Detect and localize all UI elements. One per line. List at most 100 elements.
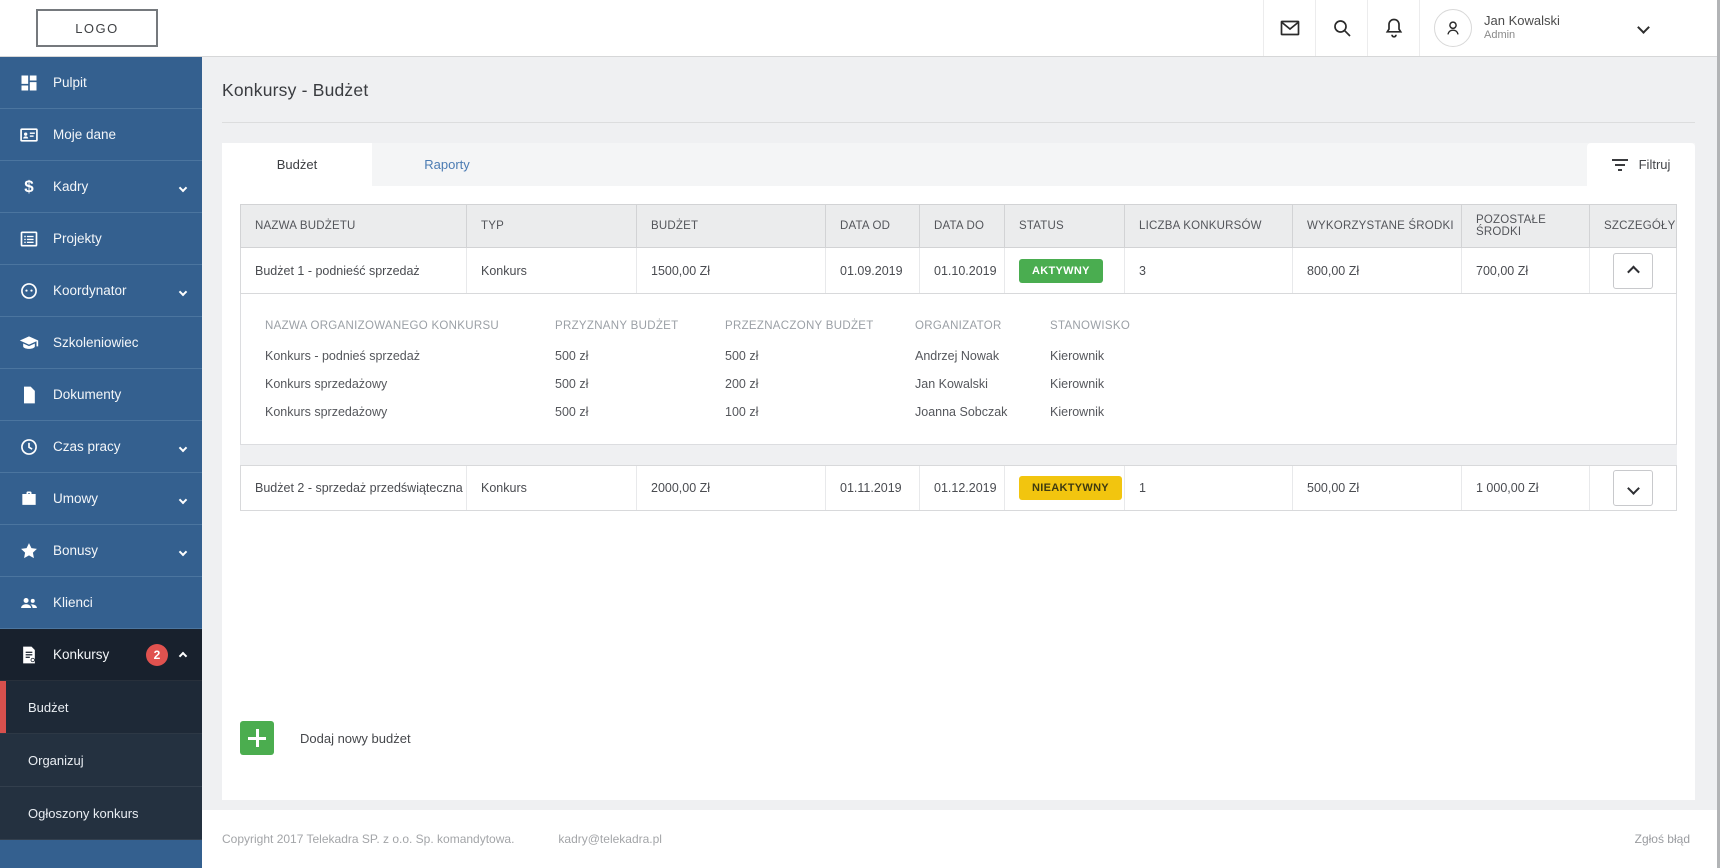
sub-table-header-row: NAZWA ORGANIZOWANEGO KONKURSU PRZYZNANY … [265, 310, 1666, 342]
logo: LOGO [36, 9, 158, 47]
sidebar-item-dokumenty[interactable]: Dokumenty [0, 369, 202, 421]
submenu-item-ogloszony-konkurs[interactable]: Ogłoszony konkurs [0, 787, 202, 840]
clock-icon [18, 436, 40, 458]
add-budget-button[interactable]: Dodaj nowy budżet [240, 721, 411, 755]
sidebar-item-label: Konkursy [53, 647, 109, 662]
sidebar-item-projekty[interactable]: Projekty [0, 213, 202, 265]
sidebar-item-pulpit[interactable]: Pulpit [0, 57, 202, 109]
contest-row: Konkurs - podnieś sprzedaż 500 zł 500 zł… [265, 342, 1666, 370]
contest-count: 1 [1124, 466, 1292, 510]
contest-name: Konkurs - podnieś sprzedaż [265, 342, 555, 370]
details-cell [1589, 466, 1676, 510]
plus-icon [240, 721, 274, 755]
budget-name: Budżet 1 - podnieść sprzedaż [241, 248, 466, 293]
contact-email: kadry@telekadra.pl [558, 832, 662, 846]
briefcase-icon [18, 488, 40, 510]
face-icon [18, 280, 40, 302]
page-title: Konkursy - Budżet [222, 80, 1695, 101]
sidebar-item-label: Koordynator [53, 283, 127, 298]
budget-row-1: Budżet 1 - podnieść sprzedaż Konkurs 150… [240, 248, 1677, 294]
chevron-down-icon [180, 439, 186, 454]
contest-name: Konkurs sprzedażowy [265, 370, 555, 398]
user-menu-chevron[interactable] [1639, 19, 1648, 37]
budget-amount: 1500,00 Zł [636, 248, 825, 293]
sidebar-item-koordynator[interactable]: Koordynator [0, 265, 202, 317]
bell-icon [1382, 16, 1406, 40]
used-funds: 800,00 Zł [1292, 248, 1461, 293]
user-menu[interactable]: Jan Kowalski Admin [1419, 0, 1720, 56]
dashboard-icon [18, 72, 40, 94]
budget-name: Budżet 2 - sprzedaż przedświąteczna [241, 466, 466, 510]
mail-button[interactable] [1263, 0, 1315, 56]
expand-details-button[interactable] [1613, 470, 1653, 506]
sidebar: Pulpit Moje dane Kadry Projekty Koordyna… [0, 57, 202, 868]
organizer: Joanna Sobczak [915, 398, 1050, 426]
date-to: 01.12.2019 [919, 466, 1004, 510]
topbar-right: Jan Kowalski Admin [1263, 0, 1720, 56]
sidebar-item-czas-pracy[interactable]: Czas pracy [0, 421, 202, 473]
table-header-row: NAZWA BUDŻETU TYP BUDŻET DATA OD DATA DO… [240, 204, 1677, 248]
dollar-icon [18, 176, 40, 198]
search-button[interactable] [1315, 0, 1367, 56]
column-header: POZOSTAŁE ŚRODKI [1461, 205, 1589, 247]
used-funds: 500,00 Zł [1292, 466, 1461, 510]
organizer: Andrzej Nowak [915, 342, 1050, 370]
document-icon [18, 384, 40, 406]
konkursy-count-badge: 2 [146, 644, 168, 666]
row-gap [240, 445, 1677, 465]
sub-column-header: PRZEZNACZONY BUDŻET [725, 310, 915, 342]
remaining-funds: 700,00 Zł [1461, 248, 1589, 293]
column-header: TYP [466, 205, 636, 247]
sidebar-item-klienci[interactable]: Klienci [0, 577, 202, 629]
report-bug-link[interactable]: Zgłoś błąd [1635, 832, 1690, 846]
chevron-down-icon [180, 491, 186, 506]
sidebar-item-szkoleniowiec[interactable]: Szkoleniowiec [0, 317, 202, 369]
sidebar-item-label: Szkoleniowiec [53, 335, 139, 350]
budget-type: Konkurs [466, 466, 636, 510]
details-cell [1589, 248, 1676, 293]
user-role: Admin [1484, 29, 1560, 43]
page-head: Konkursy - Budżet [202, 57, 1720, 101]
column-header: LICZBA KONKURSÓW [1124, 205, 1292, 247]
submenu-item-organizuj[interactable]: Organizuj [0, 734, 202, 787]
sidebar-item-konkursy[interactable]: Konkursy 2 [0, 629, 202, 681]
sidebar-item-kadry[interactable]: Kadry [0, 161, 202, 213]
contest-count: 3 [1124, 248, 1292, 293]
filter-button[interactable]: Filtruj [1587, 143, 1695, 186]
footer-gap [202, 800, 1720, 810]
konkursy-submenu: Budżet Organizuj Ogłoszony konkurs [0, 681, 202, 840]
budget-amount: 2000,00 Zł [636, 466, 825, 510]
people-icon [18, 592, 40, 614]
tab-raporty[interactable]: Raporty [372, 143, 522, 186]
column-header: WYKORZYSTANE ŚRODKI [1292, 205, 1461, 247]
budget-panel: NAZWA BUDŻETU TYP BUDŻET DATA OD DATA DO… [222, 186, 1695, 800]
notifications-button[interactable] [1367, 0, 1419, 56]
chevron-down-icon [180, 543, 186, 558]
sidebar-item-umowy[interactable]: Umowy [0, 473, 202, 525]
user-names: Jan Kowalski Admin [1484, 13, 1560, 43]
submenu-item-budzet[interactable]: Budżet [0, 681, 202, 734]
sidebar-item-moje-dane[interactable]: Moje dane [0, 109, 202, 161]
granted-budget: 500 zł [555, 370, 725, 398]
main-content: Konkursy - Budżet Budżet Raporty Filtruj… [202, 57, 1720, 868]
allocated-budget: 200 zł [725, 370, 915, 398]
submenu-item-label: Ogłoszony konkurs [28, 806, 139, 821]
sidebar-item-bonusy[interactable]: Bonusy [0, 525, 202, 577]
date-to: 01.10.2019 [919, 248, 1004, 293]
contest-row: Konkurs sprzedażowy 500 zł 200 zł Jan Ko… [265, 370, 1666, 398]
status-badge: NIEAKTYWNY [1019, 476, 1122, 500]
position: Kierownik [1050, 342, 1666, 370]
chevron-down-icon [180, 179, 186, 194]
star-icon [18, 540, 40, 562]
column-header: STATUS [1004, 205, 1124, 247]
chevron-up-icon [1627, 266, 1640, 279]
chevron-down-icon [180, 283, 186, 298]
collapse-details-button[interactable] [1613, 253, 1653, 289]
tab-budzet[interactable]: Budżet [222, 143, 372, 186]
sidebar-item-label: Klienci [53, 595, 93, 610]
budget-type: Konkurs [466, 248, 636, 293]
filter-icon [1612, 159, 1628, 171]
add-budget-label: Dodaj nowy budżet [300, 731, 411, 746]
sidebar-item-label: Projekty [53, 231, 102, 246]
user-name: Jan Kowalski [1484, 13, 1560, 29]
